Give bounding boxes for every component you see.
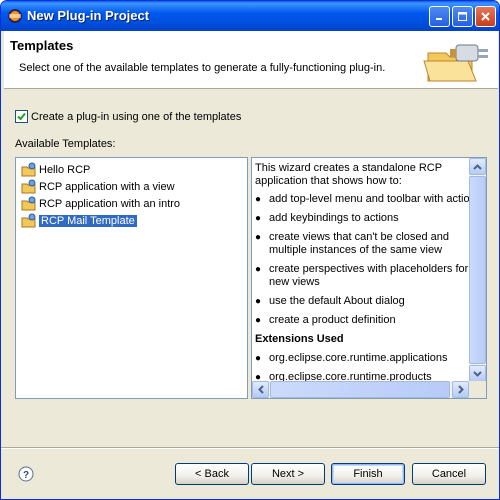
description-bullet: ● add keybindings to actions	[255, 212, 399, 224]
templates-list[interactable]: Hello RCP RCP application with a view RC…	[15, 157, 248, 399]
template-icon	[21, 162, 36, 177]
wizard-banner: Templates Select one of the available te…	[4, 31, 498, 89]
scroll-up-button[interactable]	[469, 158, 486, 175]
bullet-icon: ●	[255, 315, 262, 326]
create-from-template-checkbox[interactable]	[15, 110, 28, 123]
arrow-up-icon	[473, 163, 482, 170]
scroll-left-button[interactable]	[252, 381, 269, 398]
description-bullet: ● create views that can't be closed and m…	[255, 231, 450, 256]
create-from-template-row[interactable]: Create a plug-in using one of the templa…	[15, 110, 241, 123]
list-item-selected[interactable]: RCP Mail Template	[21, 213, 137, 229]
maximize-icon	[458, 12, 467, 21]
template-icon	[21, 196, 36, 211]
maximize-button[interactable]	[452, 6, 473, 27]
minimize-button[interactable]	[429, 6, 450, 27]
horizontal-scroll-thumb[interactable]	[270, 381, 450, 398]
template-label: RCP application with an intro	[39, 198, 181, 210]
description-bullet: ● use the default About dialog	[255, 295, 405, 307]
cancel-button-label: Cancel	[431, 468, 467, 480]
next-button-label: Next >	[271, 468, 305, 480]
back-button[interactable]: < Back	[175, 463, 249, 485]
next-button[interactable]: Next >	[251, 463, 325, 485]
list-item[interactable]: Hello RCP	[21, 162, 90, 178]
scroll-right-button[interactable]	[452, 381, 469, 398]
bullet-icon: ●	[255, 194, 262, 205]
template-label: Hello RCP	[39, 164, 91, 176]
template-icon	[21, 213, 36, 228]
title-bar[interactable]: New Plug-in Project	[1, 1, 499, 31]
create-from-template-label: Create a plug-in using one of the templa…	[31, 110, 242, 123]
button-bar-separator	[1, 447, 499, 449]
horizontal-scrollbar[interactable]	[252, 381, 469, 398]
minimize-icon	[436, 18, 442, 20]
description-bullet: ● create a product definition	[255, 314, 396, 326]
close-icon	[481, 12, 490, 21]
arrow-down-icon	[473, 370, 482, 377]
cancel-button[interactable]: Cancel	[412, 463, 486, 485]
vertical-scroll-thumb[interactable]	[469, 176, 486, 364]
list-item[interactable]: RCP application with a view	[21, 179, 175, 195]
finish-button[interactable]: Finish	[331, 463, 405, 485]
template-label: RCP Mail Template	[39, 215, 137, 227]
description-intro: This wizard creates a standalone RCP app…	[255, 162, 442, 187]
bullet-icon: ●	[255, 296, 262, 307]
svg-text:?: ?	[23, 470, 29, 481]
finish-button-label: Finish	[353, 468, 383, 480]
window-title: New Plug-in Project	[27, 8, 150, 23]
extensions-heading: Extensions Used	[255, 333, 344, 345]
extension-item: ● org.eclipse.core.runtime.applications	[255, 352, 448, 364]
available-templates-label: Available Templates:	[15, 138, 116, 150]
help-icon[interactable]: ?	[18, 466, 34, 482]
template-icon	[21, 179, 36, 194]
list-item[interactable]: RCP application with an intro	[21, 196, 180, 212]
bullet-icon: ●	[255, 353, 262, 364]
arrow-right-icon	[457, 385, 464, 394]
description-bullet: ● create perspectives with placeholders f…	[255, 263, 469, 288]
page-description: Select one of the available templates to…	[19, 62, 386, 74]
bullet-icon: ●	[255, 213, 262, 224]
plugin-folder-icon	[423, 44, 488, 82]
arrow-left-icon	[257, 385, 264, 394]
close-button[interactable]	[475, 6, 496, 27]
back-button-label: < Back	[195, 468, 229, 480]
description-bullet: ● add top-level menu and toolbar with act…	[255, 193, 470, 205]
checkmark-icon	[17, 112, 26, 121]
page-title: Templates	[10, 38, 74, 53]
vertical-scrollbar[interactable]	[469, 158, 486, 382]
bullet-icon: ●	[255, 264, 262, 275]
template-description-panel[interactable]: This wizard creates a standalone RCP app…	[251, 157, 487, 399]
bullet-icon: ●	[255, 232, 262, 243]
template-label: RCP application with a view	[39, 181, 175, 193]
eclipse-icon	[8, 9, 22, 23]
scrollbar-corner	[469, 381, 486, 398]
dialog-window: New Plug-in Project Templates Select one…	[0, 0, 500, 500]
scroll-down-button[interactable]	[469, 365, 486, 382]
description-content: This wizard creates a standalone RCP app…	[255, 162, 471, 382]
